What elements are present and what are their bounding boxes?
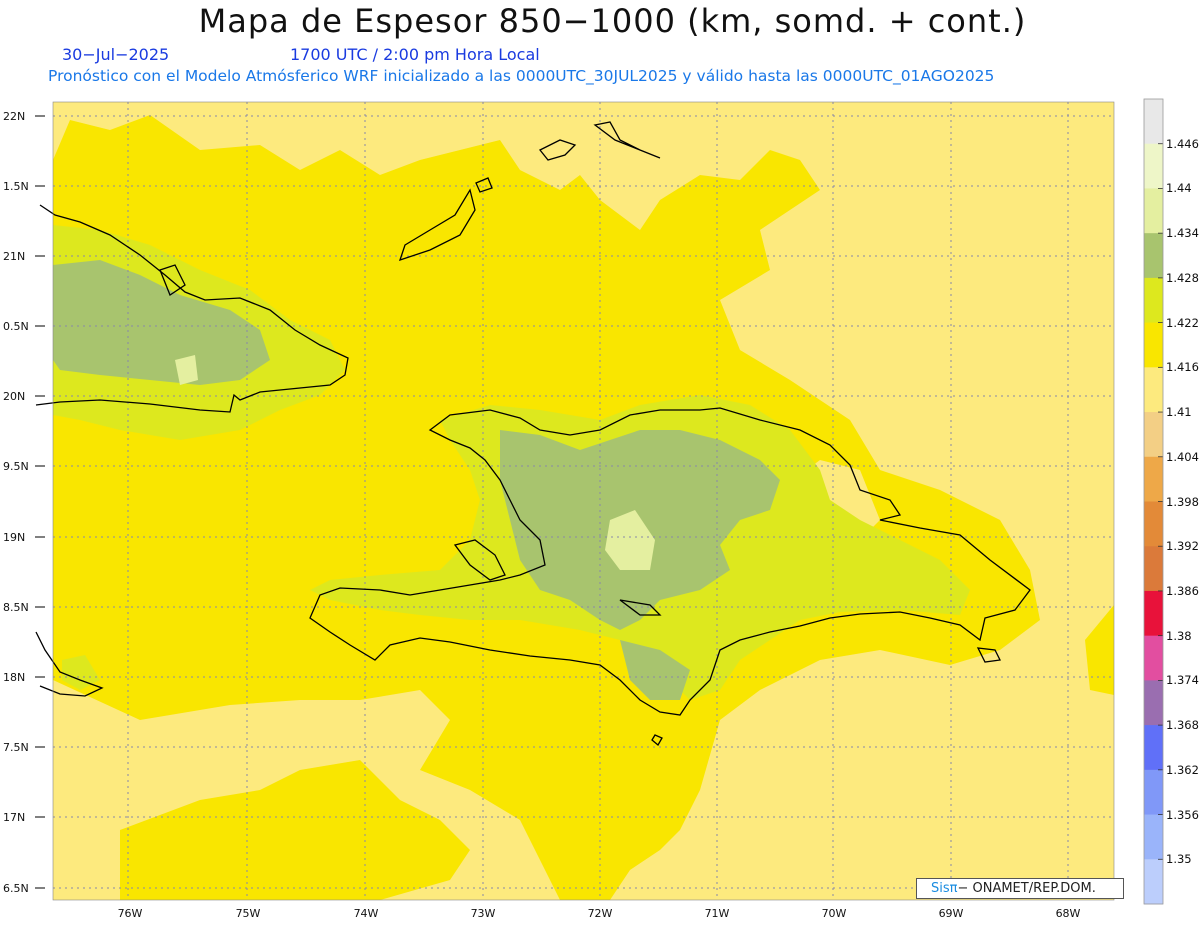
lat-label: 19N bbox=[3, 531, 25, 544]
color-bar-segment bbox=[1144, 680, 1163, 726]
color-bar-segment bbox=[1144, 501, 1163, 547]
latitude-labels: 22N 1.5N 21N 0.5N 20N 9.5N 19N 8.5N 18N … bbox=[3, 110, 29, 895]
color-bar-segment bbox=[1144, 769, 1163, 816]
latitude-ticks bbox=[35, 115, 45, 889]
legend-label: 1.38 bbox=[1166, 628, 1192, 643]
longitude-labels: 76W 75W 74W 73W 72W 71W 70W 69W 68W bbox=[118, 907, 1081, 920]
color-bar-segment bbox=[1144, 99, 1163, 145]
legend-label: 1.356 bbox=[1166, 807, 1199, 822]
lon-label: 71W bbox=[705, 907, 730, 920]
color-bar-segment bbox=[1144, 322, 1163, 368]
color-bar-segment bbox=[1144, 188, 1163, 234]
color-bar-segment bbox=[1144, 277, 1163, 324]
legend-label: 1.386 bbox=[1166, 583, 1199, 598]
color-bar-segment bbox=[1144, 814, 1163, 860]
legend-label: 1.374 bbox=[1166, 673, 1199, 688]
legend-label: 1.416 bbox=[1166, 360, 1199, 375]
lon-label: 70W bbox=[822, 907, 847, 920]
color-bar-segment bbox=[1144, 635, 1163, 681]
lat-label: 6.5N bbox=[3, 882, 29, 895]
legend-label: 1.398 bbox=[1166, 494, 1199, 509]
lat-label: 8.5N bbox=[3, 601, 29, 614]
color-bar-segment bbox=[1144, 456, 1163, 502]
legend-label: 1.422 bbox=[1166, 315, 1199, 330]
lat-label: 7.5N bbox=[3, 741, 29, 754]
lat-label: 21N bbox=[3, 250, 25, 263]
lon-label: 74W bbox=[354, 907, 379, 920]
lon-label: 73W bbox=[471, 907, 496, 920]
color-bar-segment bbox=[1144, 367, 1163, 413]
lon-label: 76W bbox=[118, 907, 143, 920]
color-bar-segment bbox=[1144, 725, 1163, 771]
lat-label: 17N bbox=[3, 811, 25, 824]
lon-label: 68W bbox=[1056, 907, 1081, 920]
legend-label: 1.428 bbox=[1166, 270, 1199, 285]
legend-label: 1.446 bbox=[1166, 136, 1199, 151]
thickness-map: 22N 1.5N 21N 0.5N 20N 9.5N 19N 8.5N 18N … bbox=[3, 98, 1164, 920]
legend-label: 1.392 bbox=[1166, 539, 1199, 554]
color-bar-segment bbox=[1144, 590, 1163, 637]
legend-label: 1.41 bbox=[1166, 405, 1192, 420]
color-bar-segment bbox=[1144, 546, 1163, 592]
legend-label: 1.368 bbox=[1166, 718, 1199, 733]
legend-label: 1.35 bbox=[1166, 852, 1192, 867]
color-bar-segment bbox=[1144, 412, 1163, 458]
legend-label: 1.362 bbox=[1166, 762, 1199, 777]
color-bar-segment bbox=[1144, 859, 1163, 905]
credit-box: Sisπ− ONAMET/REP.DOM. bbox=[916, 878, 1124, 899]
lat-label: 22N bbox=[3, 110, 25, 123]
lat-label: 18N bbox=[3, 671, 25, 684]
legend-label: 1.434 bbox=[1166, 226, 1199, 241]
lon-label: 75W bbox=[236, 907, 261, 920]
color-bar bbox=[1144, 99, 1163, 905]
lon-label: 69W bbox=[939, 907, 964, 920]
color-bar-segment bbox=[1144, 143, 1163, 189]
lat-label: 9.5N bbox=[3, 460, 29, 473]
lat-label: 1.5N bbox=[3, 180, 29, 193]
lon-label: 72W bbox=[588, 907, 613, 920]
lat-label: 20N bbox=[3, 390, 25, 403]
color-bar-segment bbox=[1144, 233, 1163, 279]
credit-text: − ONAMET/REP.DOM. bbox=[957, 881, 1096, 896]
sis-logo-text: Sisπ bbox=[931, 881, 958, 896]
lat-label: 0.5N bbox=[3, 320, 29, 333]
legend-label: 1.44 bbox=[1166, 181, 1192, 196]
legend-label: 1.404 bbox=[1166, 449, 1199, 464]
